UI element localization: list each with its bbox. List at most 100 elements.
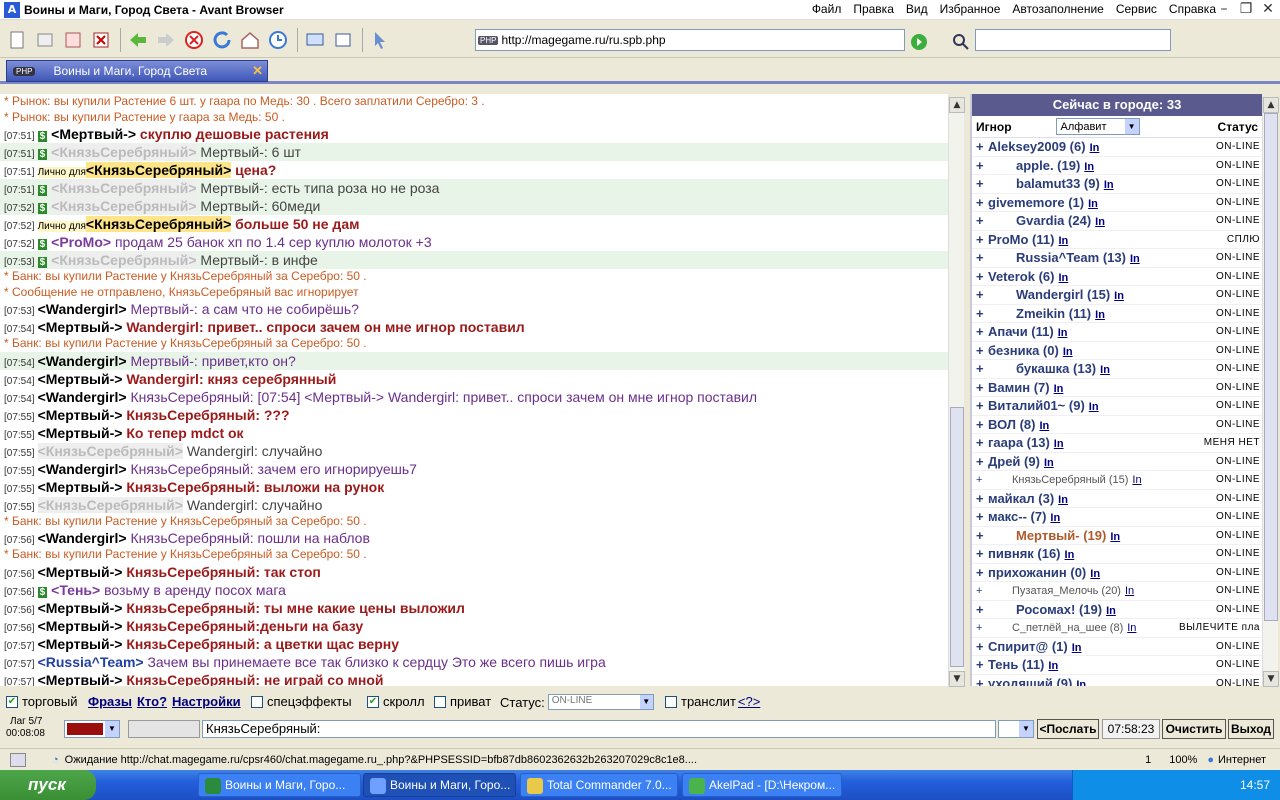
- phrases-link[interactable]: Фразы: [88, 694, 132, 709]
- ignore-toggle-icon[interactable]: +: [976, 471, 988, 490]
- ignore-toggle-icon[interactable]: +: [976, 379, 988, 398]
- cascade-icon[interactable]: [60, 27, 86, 53]
- nickname[interactable]: <КнязьСеребряный>: [51, 252, 197, 268]
- browser-tab[interactable]: PHP Воины и Маги, Город Света ✕: [6, 60, 268, 82]
- address-bar[interactable]: PHP http://magegame.ru/ru.spb.php: [475, 29, 905, 51]
- user-info-link[interactable]: In: [1058, 235, 1068, 247]
- cursor-icon[interactable]: [367, 27, 393, 53]
- scroll-up-icon[interactable]: ▲: [1263, 97, 1279, 113]
- taskbar-item[interactable]: Воины и Маги, Горо...: [363, 773, 516, 797]
- nickname[interactable]: <Wandergirl>: [38, 301, 127, 317]
- user-row[interactable]: + пивняк (16) In ON-LINE: [972, 545, 1262, 564]
- user-row[interactable]: + уходящий (9) In ON-LINE: [972, 675, 1262, 687]
- users-scrollbar[interactable]: ▲ ▼: [1262, 97, 1279, 687]
- user-info-link[interactable]: In: [1058, 327, 1068, 339]
- user-row[interactable]: + Дрей (9) In ON-LINE: [972, 453, 1262, 471]
- user-name[interactable]: прихожанин (0): [988, 565, 1086, 580]
- user-name[interactable]: Zmeikin (11): [1016, 306, 1091, 321]
- effects-checkbox[interactable]: [251, 695, 263, 708]
- user-info-link[interactable]: In: [1095, 309, 1105, 321]
- ignore-toggle-icon[interactable]: +: [976, 175, 988, 194]
- user-row[interactable]: + Gvardia (24) In ON-LINE: [972, 212, 1262, 231]
- scroll-thumb[interactable]: [1264, 113, 1278, 621]
- scroll-checkbox[interactable]: ✔: [367, 695, 379, 708]
- menu-view[interactable]: Вид: [906, 2, 928, 16]
- menu-autofill[interactable]: Автозаполнение: [1012, 2, 1103, 16]
- nickname[interactable]: <Russia^Team>: [38, 654, 144, 670]
- user-info-link[interactable]: In: [1072, 642, 1082, 654]
- user-row[interactable]: + Спирит@ (1) In ON-LINE: [972, 638, 1262, 656]
- sort-select[interactable]: Алфавит ▼: [1055, 118, 1140, 135]
- ignore-toggle-icon[interactable]: +: [976, 323, 988, 342]
- refresh-icon[interactable]: [209, 27, 235, 53]
- search-input[interactable]: [975, 29, 1171, 51]
- user-name[interactable]: givememore (1): [988, 195, 1084, 210]
- user-name[interactable]: Wandergirl (15): [1016, 287, 1110, 302]
- user-name[interactable]: С_петлёй_на_шее (8): [1012, 622, 1123, 634]
- minimize-icon[interactable]: –: [1216, 1, 1232, 17]
- ignore-toggle-icon[interactable]: +: [976, 619, 988, 638]
- taskbar-item[interactable]: Total Commander 7.0...: [520, 773, 678, 797]
- user-info-link[interactable]: In: [1048, 660, 1058, 672]
- restore-icon[interactable]: ❐: [1238, 1, 1254, 17]
- user-info-link[interactable]: In: [1110, 531, 1120, 543]
- user-info-link[interactable]: In: [1084, 161, 1094, 173]
- tab-close-icon[interactable]: ✕: [252, 63, 263, 79]
- user-row[interactable]: + Мертвый- (19) In ON-LINE: [972, 527, 1262, 545]
- nickname[interactable]: <Wandergirl>: [38, 461, 127, 477]
- effects-option[interactable]: спецэффекты: [251, 694, 352, 709]
- menu-help[interactable]: Справка: [1169, 2, 1216, 16]
- scroll-up-icon[interactable]: ▲: [949, 97, 965, 113]
- user-info-link[interactable]: In: [1127, 622, 1136, 634]
- user-name[interactable]: apple. (19): [1016, 158, 1080, 173]
- ignore-toggle-icon[interactable]: +: [976, 582, 988, 601]
- user-name[interactable]: макс-- (7): [988, 509, 1046, 524]
- recipient-field[interactable]: [128, 720, 200, 738]
- trade-option[interactable]: ✔ торговый: [6, 694, 77, 709]
- nickname[interactable]: <Wandergirl>: [38, 530, 127, 546]
- user-row[interactable]: + Росомах! (19) In ON-LINE: [972, 601, 1262, 619]
- user-name[interactable]: Пузатая_Мелочь (20): [1012, 585, 1121, 597]
- nickname[interactable]: <Мертвый->: [38, 479, 123, 495]
- close-icon[interactable]: ✕: [1260, 1, 1276, 17]
- nickname[interactable]: <КнязьСеребряный>: [85, 216, 232, 232]
- color-select[interactable]: ▼: [64, 720, 120, 738]
- user-row[interactable]: + ВОЛ (8) In ON-LINE: [972, 416, 1262, 434]
- ignore-toggle-icon[interactable]: +: [976, 138, 988, 157]
- user-row[interactable]: + гаара (13) In МЕНЯ НЕТ: [972, 434, 1262, 453]
- user-info-link[interactable]: In: [1054, 438, 1064, 450]
- go-icon[interactable]: [906, 29, 932, 55]
- user-name[interactable]: Дрей (9): [988, 454, 1040, 469]
- user-info-link[interactable]: In: [1058, 272, 1068, 284]
- scroll-down-icon[interactable]: ▼: [1263, 671, 1279, 687]
- stop-icon[interactable]: [181, 27, 207, 53]
- home-icon[interactable]: [237, 27, 263, 53]
- user-row[interactable]: + Вамин (7) In ON-LINE: [972, 379, 1262, 398]
- user-name[interactable]: Спирит@ (1): [988, 639, 1068, 654]
- ignore-toggle-icon[interactable]: +: [976, 286, 988, 305]
- nickname[interactable]: <Мертвый->: [38, 636, 123, 652]
- user-name[interactable]: ProMo (11): [988, 232, 1054, 247]
- nickname[interactable]: <Мертвый->: [38, 618, 123, 634]
- clear-button[interactable]: Очистить: [1162, 719, 1226, 739]
- start-button[interactable]: пуск: [0, 770, 96, 800]
- new-window-icon[interactable]: [32, 27, 58, 53]
- user-name[interactable]: Veterok (6): [988, 269, 1054, 284]
- user-name[interactable]: Gvardia (24): [1016, 213, 1091, 228]
- nickname[interactable]: <КнязьСеребряный>: [51, 198, 197, 214]
- ignore-toggle-icon[interactable]: +: [976, 397, 988, 416]
- user-info-link[interactable]: In: [1090, 142, 1100, 154]
- user-info-link[interactable]: In: [1065, 549, 1075, 561]
- user-row[interactable]: + Russia^Team (13) In ON-LINE: [972, 249, 1262, 268]
- user-row[interactable]: + ProMo (11) In СПЛЮ: [972, 231, 1262, 249]
- nickname[interactable]: <Wandergirl>: [38, 389, 127, 405]
- user-name[interactable]: гаара (13): [988, 435, 1050, 450]
- new-page-icon[interactable]: [4, 27, 30, 53]
- user-row[interactable]: + КнязьСеребряный (15) In ON-LINE: [972, 471, 1262, 490]
- user-name[interactable]: ВОЛ (8): [988, 417, 1035, 432]
- nickname[interactable]: <Мертвый->: [51, 126, 136, 142]
- back-icon[interactable]: [125, 27, 151, 53]
- nickname[interactable]: <КнязьСеребряный>: [85, 162, 232, 178]
- user-row[interactable]: + Пузатая_Мелочь (20) In ON-LINE: [972, 582, 1262, 601]
- user-row[interactable]: + Тень (11) In ON-LINE: [972, 656, 1262, 675]
